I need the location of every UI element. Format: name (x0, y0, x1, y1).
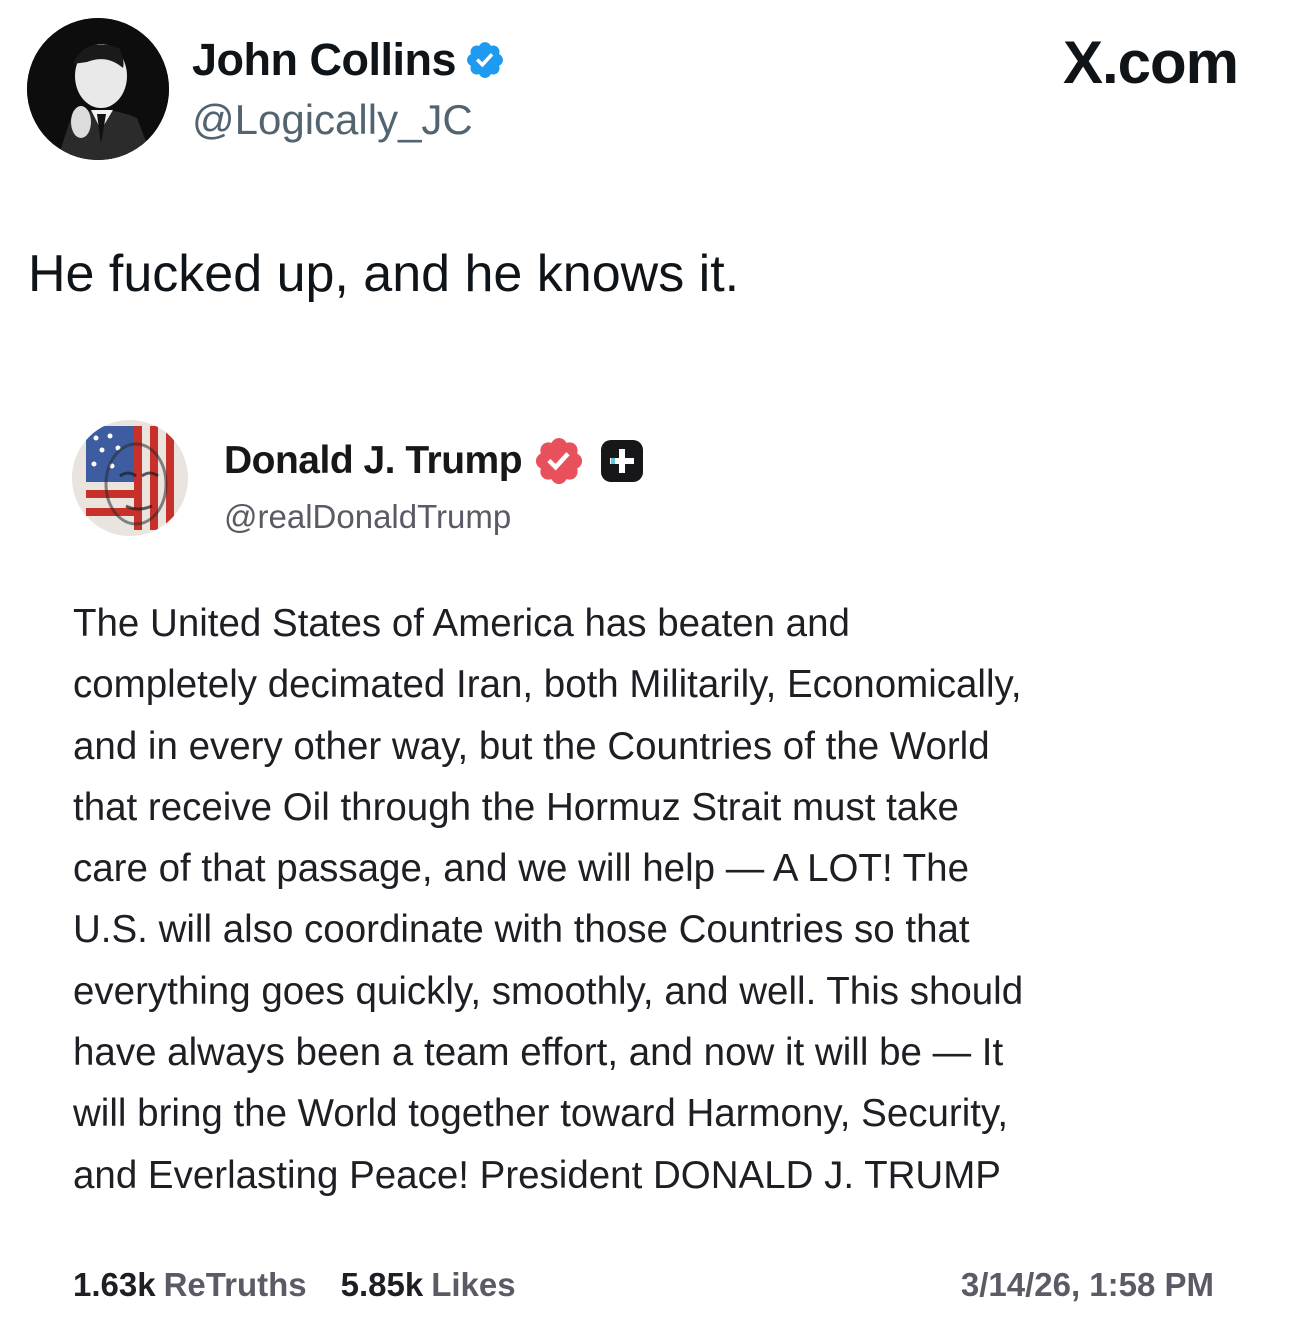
author-handle[interactable]: @Logically_JC (192, 96, 473, 144)
author-avatar-image (27, 18, 169, 160)
embedded-post-body: The United States of America has beaten … (73, 593, 1253, 1206)
embedded-author-handle: @realDonaldTrump (224, 498, 512, 535)
embedded-body-line: and in every other way, but the Countrie… (73, 724, 990, 768)
author-name[interactable]: John Collins (192, 34, 457, 86)
embedded-author-avatar (72, 420, 188, 536)
embedded-body-line: and Everlasting Peace! President DONALD … (73, 1153, 1001, 1197)
embedded-body-line: completely decimated Iran, both Militari… (73, 663, 1022, 707)
embedded-body-line: that receive Oil through the Hormuz Stra… (73, 785, 959, 829)
embedded-body-line: will bring the World together toward Har… (73, 1092, 1009, 1136)
embedded-body-line: everything goes quickly, smoothly, and w… (73, 969, 1024, 1013)
embedded-body-line: The United States of America has beaten … (73, 602, 850, 645)
verified-badge-icon (532, 434, 586, 488)
likes-count: 5.85k (340, 1266, 424, 1303)
embedded-body-line: U.S. will also coordinate with those Cou… (73, 908, 970, 952)
retruths-label: ReTruths (163, 1266, 307, 1303)
embedded-body-line: care of that passage, and we will help —… (73, 847, 969, 891)
verified-badge-icon (464, 39, 506, 81)
author-avatar[interactable] (27, 18, 169, 160)
embedded-body-line: have always been a team effort, and now … (73, 1031, 1004, 1075)
embedded-author-name: Donald J. Trump (224, 439, 523, 482)
likes-label: Likes (431, 1266, 516, 1303)
plus-badge-icon (600, 439, 644, 483)
embedded-author-name-row: Donald J. Trump (224, 434, 644, 488)
author-name-row: John Collins (192, 34, 506, 86)
embedded-timestamp: 3/14/26, 1:58 PM (960, 1266, 1214, 1303)
embedded-stats: 1.63k ReTruths 5.85k Likes (73, 1266, 516, 1304)
retruths-count: 1.63k (73, 1266, 156, 1303)
embedded-avatar-image (72, 420, 188, 536)
brand-label: X.com (1062, 29, 1239, 96)
post-text: He fucked up, and he knows it. (28, 245, 740, 303)
